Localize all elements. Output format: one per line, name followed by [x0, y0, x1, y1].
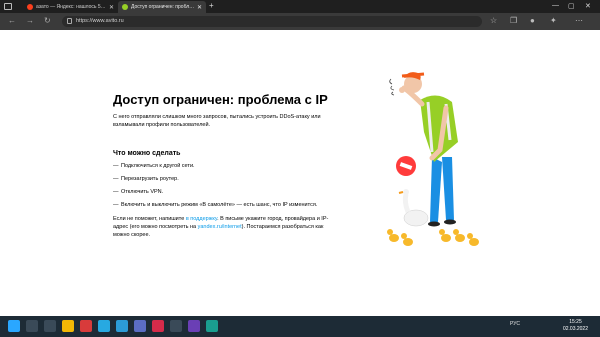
app-icon[interactable]	[134, 320, 146, 332]
close-tab-icon[interactable]: ✕	[109, 4, 114, 11]
address-bar-row: ← → ↻ https://www.avito.ru ☆ ❐ ● ✦ ⋯	[0, 13, 600, 30]
list-item: — Включить и выключить режим «В самолёте»…	[113, 202, 318, 208]
search-icon[interactable]	[26, 320, 38, 332]
tab-label: азато — Яндекс: нашлось 50 млн	[36, 4, 107, 10]
edge-browser-icon[interactable]	[206, 320, 218, 332]
system-clock[interactable]: 15:25 02.03.2022	[563, 319, 588, 333]
language-indicator[interactable]: РУС	[510, 321, 520, 327]
forward-icon[interactable]: →	[26, 16, 34, 25]
maximize-icon[interactable]: ▢	[568, 2, 575, 10]
list-item: — Отключить VPN.	[113, 189, 164, 195]
reload-icon[interactable]: ↻	[44, 16, 51, 25]
collections-icon[interactable]: ❐	[510, 16, 517, 25]
windows-start-icon[interactable]	[8, 320, 20, 332]
close-window-icon[interactable]: ✕	[585, 2, 591, 10]
app-icon[interactable]	[80, 320, 92, 332]
steps-list: — Подключиться к другой сети. — Перезагруз…	[113, 163, 353, 209]
profile-icon[interactable]: ●	[530, 16, 535, 25]
main-content: Доступ ограничен: проблема с IP С него о…	[113, 92, 353, 239]
favorites-icon[interactable]: ☆	[490, 16, 497, 25]
yandex-favicon-icon	[27, 4, 33, 10]
section-subtitle: Что можно сделать	[113, 150, 181, 157]
app-icon[interactable]	[188, 320, 200, 332]
close-tab-icon[interactable]: ✕	[197, 4, 202, 11]
windows-taskbar: РУС 15:25 02.03.2022	[0, 316, 600, 337]
browser-tab-bar: азато — Яндекс: нашлось 50 млн ✕ Доступ …	[0, 0, 600, 13]
list-item: — Перезагрузить роутер.	[113, 176, 179, 182]
tab-label: Доступ ограничен: проблема с IP	[131, 4, 195, 10]
support-link[interactable]: в поддержку	[186, 216, 217, 222]
url-field[interactable]: https://www.avito.ru	[62, 16, 482, 27]
avito-favicon-icon	[122, 4, 128, 10]
lock-icon	[67, 18, 72, 24]
app-icon[interactable]	[98, 320, 110, 332]
help-text: Если не поможет, напишите в поддержку. В…	[113, 216, 329, 238]
page-title: Доступ ограничен: проблема с IP	[113, 92, 328, 107]
more-menu-icon[interactable]: ⋯	[575, 16, 583, 25]
list-item: — Подключиться к другой сети.	[113, 163, 195, 169]
yandex-internet-link[interactable]: yandex.ru/internet	[198, 224, 242, 230]
page-description: С него отправляли слишком много запросов…	[113, 114, 321, 128]
new-tab-icon[interactable]: +	[209, 1, 214, 10]
tab-actions-icon[interactable]	[4, 3, 12, 10]
worker-illustration	[387, 72, 479, 246]
task-view-icon[interactable]	[44, 320, 56, 332]
back-icon[interactable]: ←	[8, 16, 16, 25]
telegram-icon[interactable]	[116, 320, 128, 332]
tab-yandex[interactable]: азато — Яндекс: нашлось 50 млн ✕	[23, 1, 118, 13]
app-icon[interactable]	[152, 320, 164, 332]
yandex-browser-icon[interactable]	[170, 320, 182, 332]
file-explorer-icon[interactable]	[62, 320, 74, 332]
minimize-icon[interactable]: —	[552, 2, 559, 9]
extensions-icon[interactable]: ✦	[550, 16, 557, 25]
url-text: https://www.avito.ru	[76, 18, 124, 24]
tab-avito[interactable]: Доступ ограничен: проблема с IP ✕	[118, 1, 206, 13]
